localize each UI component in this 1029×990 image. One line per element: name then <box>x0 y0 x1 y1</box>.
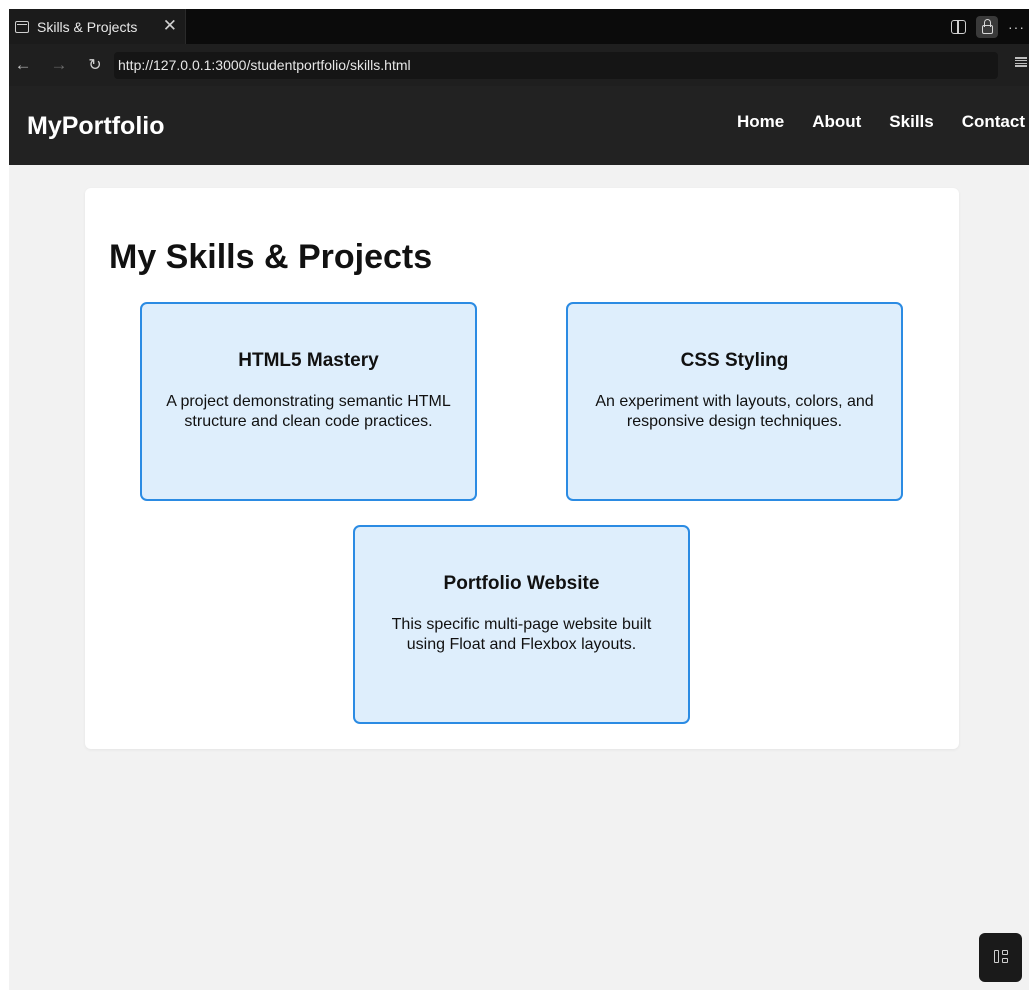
split-view-icon[interactable] <box>951 19 966 34</box>
tab-title: Skills & Projects <box>37 18 138 35</box>
site-header: MyPortfolio Home About Skills Contact <box>9 86 1029 165</box>
reload-icon[interactable]: ↻ <box>84 55 106 75</box>
site-nav: Home About Skills Contact <box>737 112 1025 132</box>
more-icon[interactable]: ··· <box>1008 19 1025 35</box>
address-bar: ← → ↻ http://127.0.0.1:3000/studentportf… <box>9 44 1029 86</box>
project-description: A project demonstrating semantic HTML st… <box>166 393 451 430</box>
project-card: Portfolio Website This specific multi-pa… <box>353 525 690 724</box>
browser-tab[interactable]: Skills & Projects ✕ <box>9 9 186 44</box>
project-description: An experiment with layouts, colors, and … <box>595 393 874 430</box>
browser-window: Skills & Projects ✕ ··· ← → ↻ http://127… <box>9 9 1029 990</box>
content-card: My Skills & Projects HTML5 Mastery A pro… <box>85 188 959 749</box>
project-card: HTML5 Mastery A project demonstrating se… <box>140 302 477 501</box>
tab-bar: Skills & Projects ✕ ··· <box>9 9 1029 44</box>
menu-icon[interactable] <box>1015 56 1027 68</box>
url-input[interactable]: http://127.0.0.1:3000/studentportfolio/s… <box>114 51 998 79</box>
project-title: CSS Styling <box>680 350 789 371</box>
tab-bar-actions: ··· <box>951 9 1029 44</box>
back-icon[interactable]: ← <box>12 55 34 75</box>
page-title: My Skills & Projects <box>109 238 433 276</box>
nav-link-contact[interactable]: Contact <box>962 112 1025 132</box>
project-title: HTML5 Mastery <box>238 350 379 371</box>
project-description: This specific multi-page website built u… <box>391 616 652 653</box>
layout-toggle-button[interactable] <box>979 933 1022 982</box>
nav-link-about[interactable]: About <box>812 112 861 132</box>
lock-icon[interactable] <box>976 15 998 38</box>
layout-grid-icon <box>994 950 999 963</box>
nav-link-home[interactable]: Home <box>737 112 784 132</box>
nav-link-skills[interactable]: Skills <box>889 112 933 132</box>
project-card: CSS Styling An experiment with layouts, … <box>566 302 903 501</box>
project-title: Portfolio Website <box>443 573 600 594</box>
site-logo[interactable]: MyPortfolio <box>27 112 165 141</box>
page-icon <box>15 20 29 33</box>
forward-icon[interactable]: → <box>48 55 70 75</box>
close-icon[interactable]: ✕ <box>163 16 177 36</box>
